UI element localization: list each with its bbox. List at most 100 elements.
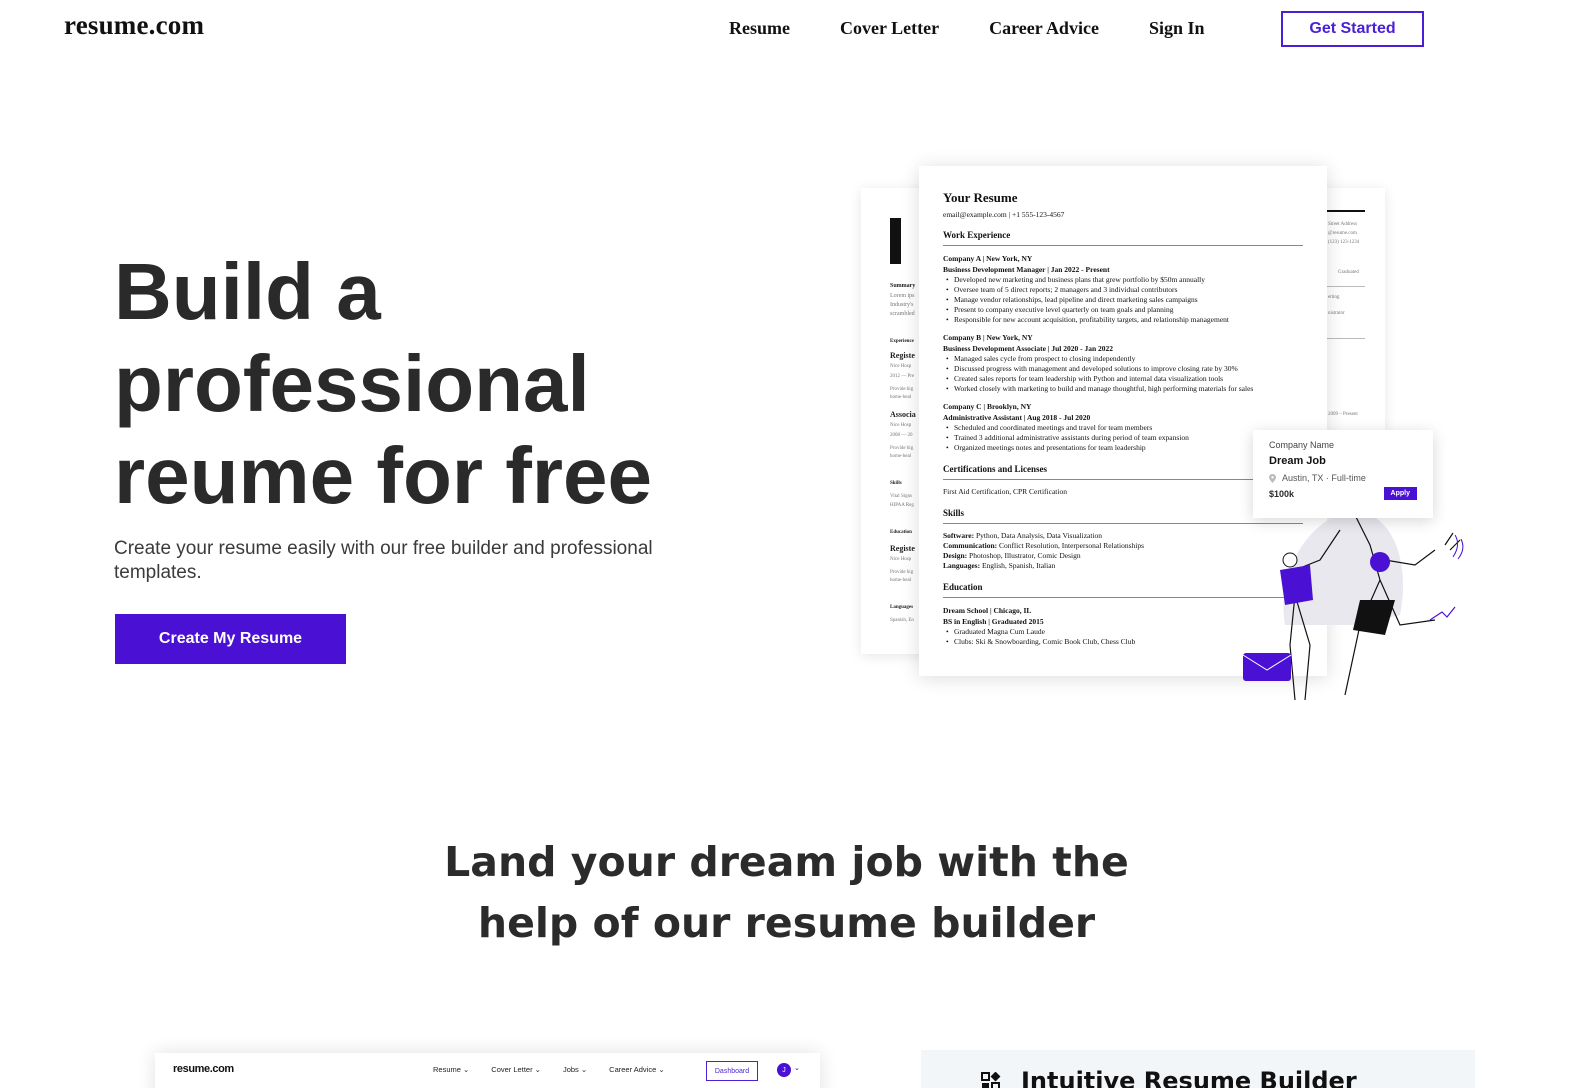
job-company: Company Name (1269, 440, 1335, 450)
hero-title-line: Build a (114, 247, 381, 336)
bg-text: (123) 123-1234 (1328, 240, 1360, 245)
resume-role: Business Development Associate | Jul 202… (943, 344, 1113, 353)
bg-text: Provide hig (890, 387, 914, 392)
bg-text: Street Address (1328, 222, 1358, 227)
chevron-down-icon: ⌄ (794, 1065, 800, 1072)
resume-company-name: Company A | New York, NY (943, 254, 1033, 263)
job-title: Dream Job (1269, 455, 1326, 467)
bg-text: Industry's (890, 302, 914, 308)
section-title-line: Land your dream job with the (444, 838, 1129, 886)
bg-summary-heading: Summary (890, 283, 916, 289)
job-salary: $100k (1269, 488, 1295, 499)
job-location-text: Austin, TX · Full-time (1282, 473, 1366, 483)
bg-text: @resume.com (1328, 231, 1357, 236)
resume-bullets: Scheduled and coordinated meetings and t… (943, 423, 1303, 453)
resume-role: Business Development Manager | Jan 2022 … (943, 265, 1110, 274)
skill-value: English, Spanish, Italian (981, 561, 1056, 570)
resume-section-heading: Certifications and Licenses (943, 464, 1303, 480)
list-item: Managed sales cycle from prospect to clo… (943, 354, 1303, 364)
divider (1327, 338, 1365, 339)
preview-avatar: J (777, 1063, 791, 1077)
list-item: Developed new marketing and business pla… (943, 275, 1303, 285)
bg-text: home-heal (890, 454, 912, 459)
bg-text: Vital Signs (890, 494, 913, 499)
feature-title: Intuitive Resume Builder (1021, 1067, 1357, 1088)
hero-title: Build a professional reume for free (114, 246, 754, 522)
list-item: Trained 3 additional administrative assi… (943, 433, 1303, 443)
nav-cover-letter[interactable]: Cover Letter (840, 18, 939, 39)
resume-bullets: Managed sales cycle from prospect to clo… (943, 354, 1303, 394)
briefcase-icon (1243, 653, 1291, 681)
bg-text: Spanish, En (890, 618, 914, 623)
resume-bullets: Developed new marketing and business pla… (943, 275, 1303, 325)
nav-sign-in[interactable]: Sign In (1149, 18, 1205, 39)
site-logo[interactable]: resume.com (64, 10, 204, 41)
person-shirt (1280, 565, 1313, 605)
apply-button[interactable]: Apply (1383, 487, 1417, 500)
bg-text: Nice Hosp (890, 423, 912, 428)
preview-dashboard-button: Dashboard (706, 1061, 758, 1081)
bg-text: Nice Hosp (890, 557, 912, 562)
skill-value: Photoshop, Illustrator, Comic Design (969, 551, 1081, 560)
skill-value: Conflict Resolution, Interpersonal Relat… (999, 541, 1145, 550)
resume-company-name: Company C | Brooklyn, NY (943, 402, 1032, 411)
hero-title-line: professional (114, 339, 590, 428)
bg-text: HIPAA Reg (890, 503, 914, 508)
main-nav: Resume Cover Letter Career Advice Sign I… (729, 18, 1265, 39)
high-five-illustration (1242, 510, 1464, 700)
bg-experience-heading: Experience (890, 339, 914, 344)
list-item: Worked closely with marketing to build a… (943, 384, 1303, 394)
resume-accent-bar (890, 218, 901, 264)
skill-label: Design: (943, 551, 968, 560)
person-skirt (1353, 600, 1395, 635)
create-resume-button[interactable]: Create My Resume (115, 614, 346, 664)
list-item: Oversee team of 5 direct reports; 2 mana… (943, 285, 1303, 295)
bg-text: Lorem ips (890, 293, 915, 299)
resume-contact: email@example.com | +1 555-123-4567 (943, 210, 1065, 219)
location-pin-icon (1269, 473, 1276, 483)
section-title: Land your dream job with the help of our… (0, 832, 1573, 954)
motion-lines (1452, 534, 1464, 560)
bg-text: scrambled (890, 311, 915, 317)
job-card-footer: $100k Apply (1269, 487, 1417, 500)
bg-job-title: Registe (890, 544, 915, 553)
bg-text: Nice Hosp (890, 364, 912, 369)
resume-company-name: Company B | New York, NY (943, 333, 1033, 342)
preview-nav-item: Cover Letter ⌄ (491, 1065, 541, 1074)
list-item: Manage vendor relationships, lead pipeli… (943, 295, 1303, 305)
job-card[interactable]: Company Name Dream Job Austin, TX · Full… (1253, 430, 1433, 518)
bg-text: Provide hig (890, 570, 914, 575)
list-item: Responsible for new account acquisition,… (943, 315, 1303, 325)
person-head (1370, 552, 1390, 572)
list-item: Discussed progress with management and d… (943, 364, 1303, 374)
hero-subtitle: Create your resume easily with our free … (114, 538, 653, 583)
get-started-button[interactable]: Get Started (1281, 11, 1424, 47)
preview-logo: resume.com (173, 1063, 234, 1075)
preview-nav-item: Jobs ⌄ (562, 1065, 588, 1074)
divider (1327, 286, 1365, 287)
preview-nav-item: Resume ⌄ (433, 1065, 470, 1074)
resume-role: Administrative Assistant | Aug 2018 - Ju… (943, 413, 1091, 422)
preview-nav-item: Career Advice ⌄ (609, 1065, 665, 1074)
bg-text: 2012 — Pre (890, 374, 915, 379)
list-item: Present to company executive level quart… (943, 305, 1303, 315)
nav-career-advice[interactable]: Career Advice (989, 18, 1099, 39)
nav-resume[interactable]: Resume (729, 18, 790, 39)
resume-certs: First Aid Certification, CPR Certificati… (943, 487, 1067, 496)
list-item: Created sales reports for team leadershi… (943, 374, 1303, 384)
resume-section-heading: Work Experience (943, 230, 1303, 246)
bg-skills-heading: Skills (890, 481, 902, 486)
bg-text: 2009 – Present (1328, 412, 1358, 417)
job-location: Austin, TX · Full-time (1269, 473, 1417, 483)
resume-name: Your Resume (943, 190, 1018, 205)
list-item: Scheduled and coordinated meetings and t… (943, 423, 1303, 433)
resume-accent-bar (1327, 210, 1365, 212)
resume-company: Company C | Brooklyn, NY Administrative … (943, 401, 1303, 423)
skill-label: Communication: (943, 541, 998, 550)
app-preview: resume.com Resume ⌄ Cover Letter ⌄ Jobs … (155, 1053, 820, 1088)
hero-title-line: reume for free (114, 431, 652, 520)
skill-value: Python, Data Analysis, Data Visualizatio… (975, 531, 1103, 540)
builder-icon (981, 1072, 1001, 1088)
skill-label: Software: (943, 531, 975, 540)
feature-panel: Intuitive Resume Builder (921, 1050, 1475, 1088)
